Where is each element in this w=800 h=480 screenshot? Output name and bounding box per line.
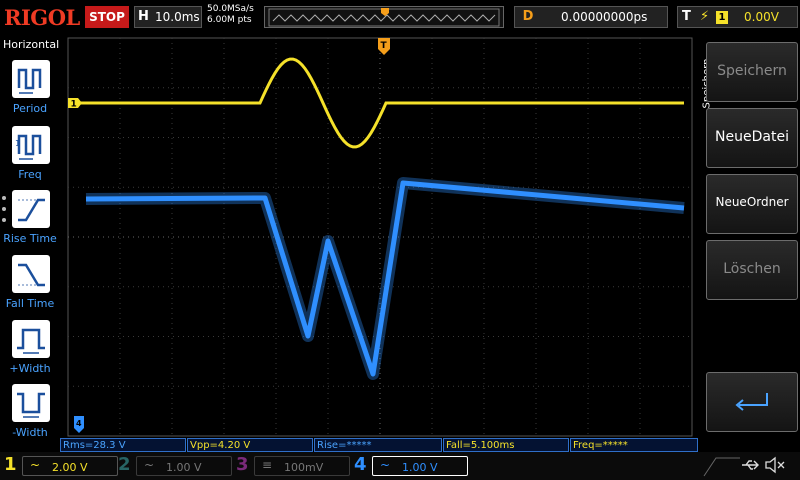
channel-3-coupling: ≡	[262, 458, 273, 472]
timebase-value: 10.0ms	[155, 10, 200, 24]
trigger-position-marker	[381, 8, 389, 16]
memory-depth: 6.00M pts	[207, 15, 252, 25]
measure-freq-label: Freq	[18, 168, 42, 181]
channel-2-coupling: ~	[144, 458, 155, 472]
measure-rise-time-label: Rise Time	[3, 232, 57, 245]
measurement-vpp[interactable]: Vpp=4.20 V	[187, 438, 313, 452]
new-file-button[interactable]: NeueDatei	[706, 108, 798, 168]
channel-1-number: 1	[4, 454, 17, 475]
ch1-marker-label: 1	[71, 100, 77, 110]
ch4-waveform-persistence	[85, 177, 685, 380]
fall-time-icon	[12, 255, 50, 293]
new-folder-button-label: NeueOrdner	[715, 195, 789, 209]
channel-1-coupling: ~	[30, 458, 41, 472]
measure-fall-time-item[interactable]: Fall Time	[0, 251, 60, 315]
measure-period-label: Period	[12, 102, 48, 115]
trigger-box[interactable]: T ⚡ 1 0.00V	[677, 6, 798, 28]
trigger-source-badge: 1	[716, 11, 728, 24]
trigger-position-top-marker[interactable]: T	[378, 38, 390, 55]
rigol-logo: RIGOL	[4, 5, 80, 30]
measure-fall-time-label: Fall Time	[5, 297, 55, 310]
horizontal-timebase-box[interactable]: H 10.0ms	[134, 6, 202, 28]
channel-3-status[interactable]: 3 ≡ 100mV	[232, 454, 350, 478]
measure-positive-width-label: +Width	[9, 362, 51, 375]
channel-4-coupling: ~	[380, 458, 391, 472]
trigger-letter: T	[682, 9, 691, 24]
sample-rate: 50.0MSa/s	[207, 4, 254, 14]
delay-value: 0.00000000ps	[561, 10, 648, 24]
run-stop-indicator[interactable]: STOP	[85, 6, 129, 28]
measure-menu: Horizontal Period 1 Freq Rise Time Fall …	[0, 36, 60, 440]
freq-icon: 1	[12, 126, 50, 164]
measure-menu-title: Horizontal	[3, 38, 60, 51]
usb-icon-glyph	[742, 460, 759, 470]
bottom-bar-divider	[703, 457, 740, 477]
horizontal-letter: H	[138, 9, 149, 24]
channel-status-bar: 1 ~ 2.00 V 2 ~ 1.00 V 3 ≡ 100mV 4 ~ 1.00…	[0, 452, 800, 480]
channel-2-scale: 1.00 V	[166, 461, 202, 474]
graticule	[67, 37, 693, 437]
save-button-label: Speichern	[717, 63, 787, 79]
measurement-rms[interactable]: Rms=28.3 V	[60, 438, 186, 452]
ch1-waveform	[68, 57, 684, 149]
measurement-fall[interactable]: Fall=5.100ms	[443, 438, 569, 452]
svg-text:1: 1	[15, 139, 20, 148]
ch4-offset-marker[interactable]: 4	[74, 416, 84, 433]
channel-4-number: 4	[354, 454, 367, 475]
channel-2-number: 2	[118, 454, 131, 475]
return-arrow-icon	[735, 393, 768, 411]
measurement-freq[interactable]: Freq=*****	[570, 438, 698, 452]
delay-letter: D	[522, 9, 534, 24]
delay-box[interactable]: D 0.00000000ps	[514, 6, 668, 28]
negative-width-icon	[12, 384, 50, 422]
delete-button[interactable]: Löschen	[706, 240, 798, 300]
measure-negative-width-item[interactable]: -Width	[0, 380, 60, 444]
return-button[interactable]	[706, 372, 798, 432]
save-button[interactable]: Speichern	[706, 42, 798, 102]
memory-position-strip	[264, 6, 504, 28]
ch4-marker-label: 4	[76, 419, 82, 428]
new-folder-button[interactable]: NeueOrdner	[706, 174, 798, 234]
memory-waveform-overview	[268, 8, 500, 27]
delete-button-label: Löschen	[723, 261, 781, 277]
rise-time-icon	[12, 190, 50, 228]
measure-positive-width-item[interactable]: +Width	[0, 316, 60, 380]
channel-4-status[interactable]: 4 ~ 1.00 V	[350, 454, 468, 478]
measure-period-item[interactable]: Period	[0, 56, 60, 120]
trigger-level-value: 0.00V	[744, 10, 779, 24]
channel-1-scale: 2.00 V	[52, 461, 88, 474]
channel-2-status[interactable]: 2 ~ 1.00 V	[114, 454, 232, 478]
measurement-bar: Rms=28.3 V Vpp=4.20 V Rise=***** Fall=5.…	[60, 438, 700, 452]
channel-3-number: 3	[236, 454, 249, 475]
measure-rise-time-item[interactable]: Rise Time	[0, 186, 60, 250]
trigger-marker-label: T	[381, 41, 388, 51]
channel-1-status[interactable]: 1 ~ 2.00 V	[0, 454, 118, 478]
ch1-offset-marker[interactable]: 1	[68, 98, 82, 110]
period-icon	[12, 60, 50, 98]
channel-4-scale: 1.00 V	[402, 461, 438, 474]
top-status-bar: RIGOL STOP H 10.0ms 50.0MSa/s 6.00M pts …	[0, 0, 800, 36]
save-menu: Speichern Speichern NeueDatei NeueOrdner…	[700, 36, 800, 440]
measure-freq-item[interactable]: 1 Freq	[0, 122, 60, 186]
measure-negative-width-label: -Width	[12, 426, 48, 439]
waveform-display[interactable]: 1 T 4	[60, 36, 700, 438]
measurement-rise[interactable]: Rise=*****	[314, 438, 442, 452]
new-file-button-label: NeueDatei	[715, 129, 789, 145]
trigger-edge-icon: ⚡	[700, 9, 710, 24]
waveform-canvas: 1 T 4	[67, 37, 693, 437]
acquisition-info: 50.0MSa/s 6.00M pts	[207, 4, 254, 26]
channel-3-scale: 100mV	[284, 461, 324, 474]
traces	[68, 57, 685, 380]
speaker-mute-icon[interactable]	[764, 456, 786, 474]
positive-width-icon	[12, 320, 50, 358]
